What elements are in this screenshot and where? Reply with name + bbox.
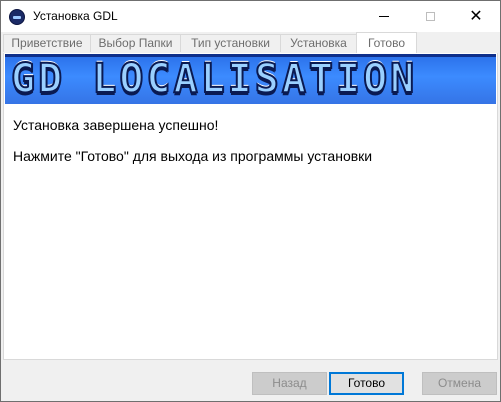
- cancel-button[interactable]: Отмена: [422, 372, 497, 395]
- close-icon: ✕: [469, 7, 483, 25]
- back-button[interactable]: Назад: [252, 372, 327, 395]
- banner-logo-text: GD LOCALISATION: [10, 56, 418, 102]
- installer-window: Установка GDL ✕ Приветствие Выбор Папки …: [0, 0, 501, 402]
- content-panel: GD LOCALISATION Установка завершена успе…: [3, 53, 498, 360]
- minimize-button[interactable]: [361, 1, 407, 32]
- tab-install[interactable]: Установка: [280, 34, 357, 52]
- tab-folder[interactable]: Выбор Папки: [90, 34, 181, 52]
- app-icon: [9, 9, 25, 25]
- close-button[interactable]: ✕: [453, 1, 499, 32]
- tab-bar: Приветствие Выбор Папки Тип установки Ус…: [1, 32, 500, 53]
- instruction-text: Нажмите "Готово" для выхода из программы…: [13, 148, 373, 164]
- maximize-button: [407, 1, 453, 32]
- done-button[interactable]: Готово: [329, 372, 404, 395]
- tab-done[interactable]: Готово: [356, 32, 417, 53]
- maximize-icon: [425, 12, 435, 21]
- window-title: Установка GDL: [33, 9, 118, 23]
- minimize-icon: [379, 16, 389, 17]
- tab-install-type[interactable]: Тип установки: [180, 34, 281, 52]
- success-message: Установка завершена успешно!: [13, 117, 219, 133]
- tab-welcome[interactable]: Приветствие: [3, 34, 91, 52]
- gd-localisation-banner: GD LOCALISATION: [5, 54, 496, 104]
- title-bar[interactable]: Установка GDL ✕: [1, 1, 500, 32]
